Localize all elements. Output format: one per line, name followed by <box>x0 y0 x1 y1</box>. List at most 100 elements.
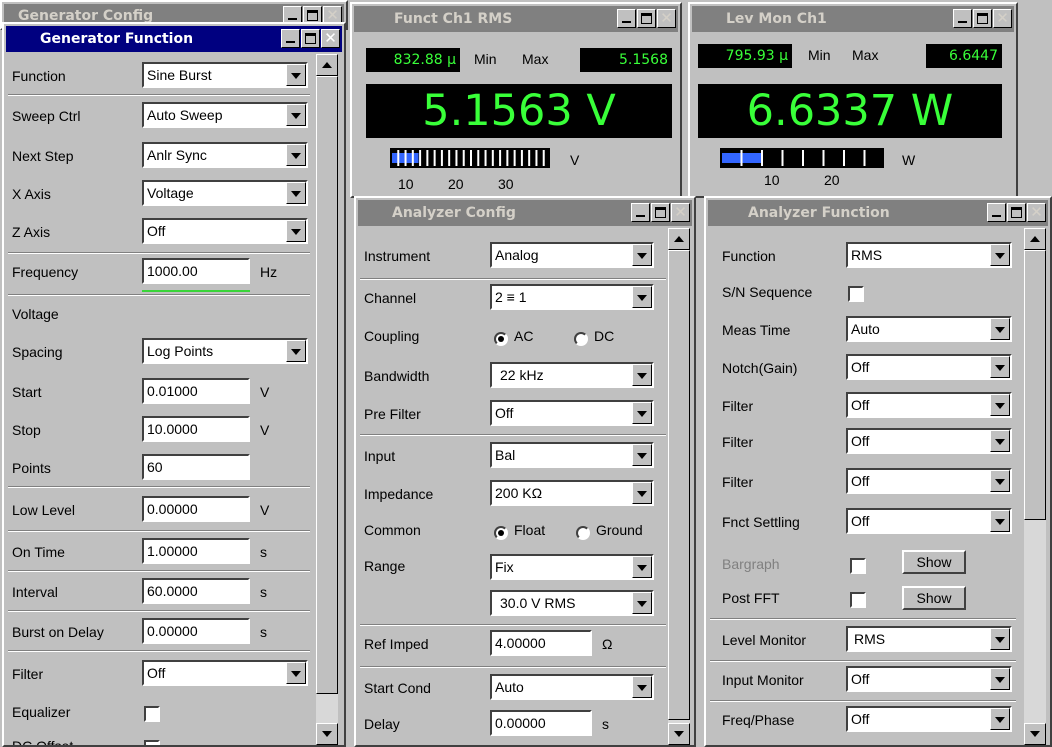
scroll-down-icon[interactable] <box>316 723 338 745</box>
analyzer-function-scrollbar[interactable] <box>1024 228 1046 745</box>
chevron-down-icon[interactable] <box>990 394 1010 416</box>
close-icon[interactable]: ✕ <box>1027 203 1046 222</box>
pre-filter-select[interactable]: Off <box>490 400 654 426</box>
sn-sequence-checkbox[interactable] <box>848 286 864 302</box>
generator-scrollbar[interactable] <box>316 54 338 745</box>
start-cond-select[interactable]: Auto <box>490 674 654 700</box>
chevron-down-icon[interactable] <box>632 676 652 698</box>
chevron-down-icon[interactable] <box>632 482 652 504</box>
stop-field[interactable]: 10.0000 <box>142 416 250 442</box>
minimize-icon[interactable] <box>987 203 1006 222</box>
chevron-down-icon[interactable] <box>286 64 306 86</box>
post-fft-show-button[interactable]: Show <box>902 586 966 610</box>
z-axis-select[interactable]: Off <box>142 218 308 244</box>
close-icon[interactable]: ✕ <box>993 9 1012 28</box>
maximize-icon[interactable] <box>973 9 992 28</box>
start-field[interactable]: 0.01000 <box>142 378 250 404</box>
low-level-field[interactable]: 0.00000 <box>142 496 250 522</box>
maximize-icon[interactable] <box>651 203 670 222</box>
filter-2-select[interactable]: Off <box>846 428 1012 454</box>
scroll-thumb[interactable] <box>1024 250 1046 520</box>
range-select[interactable]: Fix <box>490 554 654 580</box>
input-monitor-select[interactable]: Off <box>846 666 1012 692</box>
chevron-down-icon[interactable] <box>632 444 652 466</box>
delay-field[interactable]: 0.00000 <box>490 710 592 736</box>
chevron-down-icon[interactable] <box>990 356 1010 378</box>
instrument-select[interactable]: Analog <box>490 242 654 268</box>
x-axis-select[interactable]: Voltage <box>142 180 308 206</box>
chevron-down-icon[interactable] <box>286 104 306 126</box>
close-icon[interactable]: ✕ <box>321 29 340 48</box>
scroll-up-icon[interactable] <box>316 54 338 76</box>
chevron-down-icon[interactable] <box>990 318 1010 340</box>
scroll-down-icon[interactable] <box>668 723 690 745</box>
input-select[interactable]: Bal <box>490 442 654 468</box>
notch-gain-select[interactable]: Off <box>846 354 1012 380</box>
chevron-down-icon[interactable] <box>632 364 652 386</box>
post-fft-checkbox[interactable] <box>850 592 866 608</box>
maximize-icon[interactable] <box>1007 203 1026 222</box>
scroll-down-icon[interactable] <box>1024 723 1046 745</box>
close-icon[interactable]: ✕ <box>657 9 676 28</box>
impedance-select[interactable]: 200 KΩ <box>490 480 654 506</box>
on-time-field[interactable]: 1.00000 <box>142 538 250 564</box>
filter-1-select[interactable]: Off <box>846 392 1012 418</box>
freq-phase-select[interactable]: Off <box>846 706 1012 732</box>
maximize-icon[interactable] <box>637 9 656 28</box>
sweep-ctrl-select[interactable]: Auto Sweep <box>142 102 308 128</box>
chevron-down-icon[interactable] <box>286 144 306 166</box>
chevron-down-icon[interactable] <box>286 220 306 242</box>
bandwidth-select[interactable]: 22 kHz <box>490 362 654 388</box>
fnct-settling-select[interactable]: Off <box>846 508 1012 534</box>
chevron-down-icon[interactable] <box>990 628 1010 650</box>
chevron-down-icon[interactable] <box>286 182 306 204</box>
coupling-ac-radio[interactable] <box>494 332 508 346</box>
lev-mon-titlebar[interactable]: Lev Mon Ch1 ✕ <box>692 6 1014 32</box>
points-field[interactable]: 60 <box>142 454 250 480</box>
function-select[interactable]: RMS <box>846 242 1012 268</box>
chevron-down-icon[interactable] <box>990 510 1010 532</box>
function-select[interactable]: Sine Burst <box>142 62 308 88</box>
analyzer-config-scrollbar[interactable] <box>668 228 690 745</box>
dc-offset-checkbox[interactable] <box>144 740 160 745</box>
scroll-up-icon[interactable] <box>668 228 690 250</box>
chevron-down-icon[interactable] <box>990 430 1010 452</box>
common-float-radio[interactable] <box>494 526 508 540</box>
chevron-down-icon[interactable] <box>632 556 652 578</box>
filter-3-select[interactable]: Off <box>846 468 1012 494</box>
meas-time-select[interactable]: Auto <box>846 316 1012 342</box>
level-monitor-select[interactable]: RMS <box>846 626 1012 652</box>
common-ground-radio[interactable] <box>576 526 590 540</box>
coupling-dc-radio[interactable] <box>574 332 588 346</box>
analyzer-function-titlebar[interactable]: Analyzer Function ✕ <box>708 200 1048 226</box>
close-icon[interactable]: ✕ <box>671 203 690 222</box>
generator-function-titlebar[interactable]: Generator Function ✕ <box>6 26 342 52</box>
frequency-field[interactable]: 1000.00 <box>142 258 250 284</box>
scroll-thumb[interactable] <box>316 76 338 694</box>
equalizer-checkbox[interactable] <box>144 706 160 722</box>
chevron-down-icon[interactable] <box>632 402 652 424</box>
chevron-down-icon[interactable] <box>990 668 1010 690</box>
chevron-down-icon[interactable] <box>990 244 1010 266</box>
minimize-icon[interactable] <box>953 9 972 28</box>
minimize-icon[interactable] <box>631 203 650 222</box>
scroll-thumb[interactable] <box>668 250 690 720</box>
chevron-down-icon[interactable] <box>286 662 306 684</box>
scroll-up-icon[interactable] <box>1024 228 1046 250</box>
minimize-icon[interactable] <box>281 29 300 48</box>
spacing-select[interactable]: Log Points <box>142 338 308 364</box>
channel-select[interactable]: 2 ≡ 1 <box>490 284 654 310</box>
chevron-down-icon[interactable] <box>286 340 306 362</box>
chevron-down-icon[interactable] <box>632 592 652 614</box>
chevron-down-icon[interactable] <box>632 286 652 308</box>
filter-select[interactable]: Off <box>142 660 308 686</box>
bargraph-checkbox[interactable] <box>850 558 866 574</box>
chevron-down-icon[interactable] <box>990 470 1010 492</box>
chevron-down-icon[interactable] <box>990 708 1010 730</box>
analyzer-config-titlebar[interactable]: Analyzer Config ✕ <box>358 200 692 226</box>
minimize-icon[interactable] <box>617 9 636 28</box>
next-step-select[interactable]: Anlr Sync <box>142 142 308 168</box>
burst-delay-field[interactable]: 0.00000 <box>142 618 250 644</box>
ref-imped-field[interactable]: 4.00000 <box>490 630 592 656</box>
maximize-icon[interactable] <box>301 29 320 48</box>
